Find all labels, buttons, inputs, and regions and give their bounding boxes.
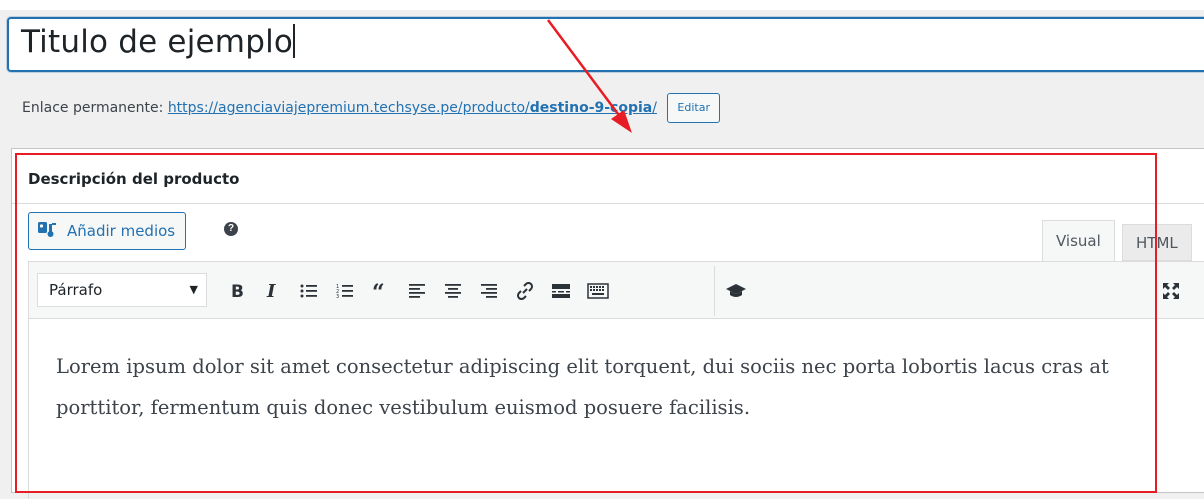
toolbar-separator xyxy=(714,266,715,316)
link-icon[interactable] xyxy=(513,278,537,304)
editor-toolbar: Párrafo ▼ B I 123 “ xyxy=(28,261,1204,319)
read-more-icon[interactable] xyxy=(549,278,573,304)
text-caret xyxy=(293,24,296,58)
product-description-metabox: Descripción del producto Añadir medios ?… xyxy=(11,148,1204,499)
editor-content[interactable]: Lorem ipsum dolor sit amet consectetur a… xyxy=(56,346,1146,428)
format-select-value: Párrafo xyxy=(49,281,103,299)
numbered-list-icon[interactable]: 123 xyxy=(333,278,357,304)
format-select[interactable]: Párrafo ▼ xyxy=(37,273,207,307)
italic-icon[interactable]: I xyxy=(261,278,285,304)
permalink-label: Enlace permanente: xyxy=(22,100,164,116)
media-icon xyxy=(37,220,59,242)
permalink-row: Enlace permanente: https://agenciaviajep… xyxy=(22,93,720,123)
toolbar-toggle-icon[interactable] xyxy=(586,278,610,304)
graduation-cap-icon[interactable] xyxy=(724,278,748,304)
svg-text:B: B xyxy=(231,282,244,300)
svg-text:3: 3 xyxy=(336,294,339,299)
align-center-icon[interactable] xyxy=(441,278,465,304)
edit-permalink-button[interactable]: Editar xyxy=(667,93,720,123)
post-title-value: Titulo de ejemplo xyxy=(21,24,294,60)
blockquote-icon[interactable]: “ xyxy=(369,278,393,304)
align-left-icon[interactable] xyxy=(405,278,429,304)
bullet-list-icon[interactable] xyxy=(297,278,321,304)
tab-html[interactable]: HTML xyxy=(1122,224,1192,261)
add-media-button[interactable]: Añadir medios xyxy=(28,212,187,250)
permalink-url-base: https://agenciaviajepremium.techsyse.pe/… xyxy=(167,100,530,116)
align-right-icon[interactable] xyxy=(477,278,501,304)
question-circle-icon[interactable]: ? xyxy=(224,222,238,236)
permalink-trailing: / xyxy=(652,100,657,116)
post-title-input[interactable]: Titulo de ejemplo xyxy=(7,17,1204,72)
chevron-down-icon: ▼ xyxy=(189,283,198,296)
permalink-slug: destino-9-copia xyxy=(529,100,653,116)
add-media-label: Añadir medios xyxy=(67,222,176,240)
metabox-title: Descripción del producto xyxy=(28,170,240,188)
top-strip xyxy=(0,0,1204,10)
svg-text:I: I xyxy=(266,282,276,300)
fullscreen-icon[interactable] xyxy=(1159,278,1183,304)
metabox-divider xyxy=(12,203,1204,204)
permalink-link[interactable]: https://agenciaviajepremium.techsyse.pe/… xyxy=(168,100,657,116)
tab-visual[interactable]: Visual xyxy=(1042,220,1115,261)
bold-icon[interactable]: B xyxy=(225,278,249,304)
svg-text:“: “ xyxy=(372,283,385,299)
